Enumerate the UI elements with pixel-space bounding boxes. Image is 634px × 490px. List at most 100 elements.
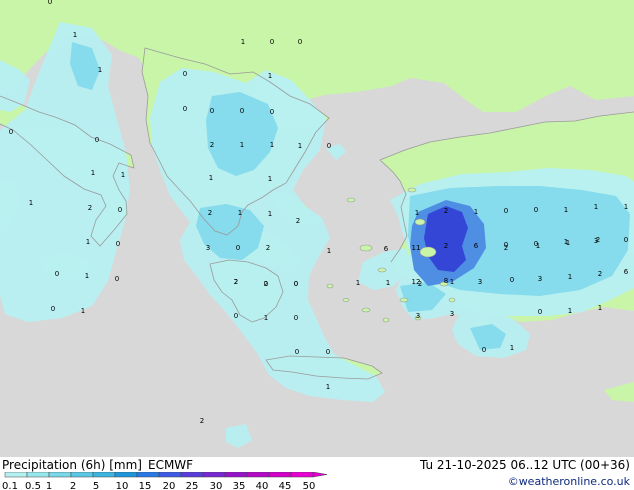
precip-value: 1 bbox=[450, 278, 454, 286]
precip-value: 2 bbox=[234, 278, 238, 286]
credit-link[interactable]: ©weatheronline.co.uk bbox=[508, 475, 630, 488]
precip-value: 1 bbox=[29, 199, 33, 207]
precip-value: 0 bbox=[295, 348, 299, 356]
precip-value: 2 bbox=[418, 280, 422, 288]
legend-label: 10 bbox=[116, 481, 129, 490]
title-parameter: Precipitation (6h) [mm] bbox=[2, 458, 142, 472]
precip-value: 1 bbox=[568, 273, 572, 281]
legend-label: 20 bbox=[163, 481, 176, 490]
precip-value: 3 bbox=[206, 244, 210, 252]
precip-value: 1 bbox=[240, 141, 244, 149]
precip-value: 11 bbox=[412, 244, 421, 252]
precip-value: 0 bbox=[116, 240, 120, 248]
precip-value: 0 bbox=[510, 276, 514, 284]
precip-value: 1 bbox=[264, 314, 268, 322]
legend-swatch bbox=[180, 472, 204, 478]
precip-value: 1 bbox=[238, 209, 242, 217]
precip-value: 0 bbox=[504, 207, 508, 215]
legend-swatch bbox=[246, 472, 270, 478]
precip-value: 0 bbox=[118, 206, 122, 214]
legend-label: 0.1 bbox=[2, 481, 18, 490]
legend-label: 25 bbox=[186, 481, 199, 490]
legend-swatch bbox=[202, 472, 226, 478]
precip-value: 2 bbox=[210, 141, 214, 149]
legend-swatch bbox=[268, 472, 292, 478]
precip-value: 0 bbox=[327, 142, 331, 150]
precipitation-map: 011 0 10 0 0 01 0 02 1 1 1 0001 112 01 12 1 121 0 0 23 10 1 0 2… bbox=[0, 0, 634, 457]
precip-value: 3 bbox=[450, 310, 454, 318]
precip-value: 1 bbox=[91, 169, 95, 177]
precip-value: 0 bbox=[270, 38, 274, 46]
precip-value: 1 bbox=[268, 72, 272, 80]
legend-label: 2 bbox=[70, 481, 76, 490]
precip-value: 0 bbox=[538, 308, 542, 316]
precip-value: 1 bbox=[624, 203, 628, 211]
precip-value: 1 bbox=[98, 66, 102, 74]
footer: Precipitation (6h) [mm] ECMWF Tu 21-10-20… bbox=[0, 457, 634, 490]
precip-value: 0 bbox=[240, 107, 244, 115]
legend-swatch bbox=[136, 472, 160, 478]
precip-value: 1 bbox=[270, 141, 274, 149]
precip-value: 3 bbox=[478, 278, 482, 286]
legend-swatch bbox=[4, 472, 28, 478]
precip-value: 1 bbox=[209, 174, 213, 182]
legend-label: 40 bbox=[256, 481, 269, 490]
precip-value: 2 bbox=[296, 217, 300, 225]
precip-value: 2 bbox=[208, 209, 212, 217]
precip-value: 0 bbox=[534, 206, 538, 214]
precip-value: 1 bbox=[327, 247, 331, 255]
precip-value: 2 bbox=[264, 280, 268, 288]
precip-value: 0 bbox=[55, 270, 59, 278]
precip-value: 1 bbox=[536, 242, 540, 250]
precip-value: 3 bbox=[416, 312, 420, 320]
precip-value: 0 bbox=[294, 314, 298, 322]
precip-value: 1 bbox=[510, 344, 514, 352]
precip-value: 1 bbox=[564, 206, 568, 214]
precip-value: 0 bbox=[210, 107, 214, 115]
precip-value: 1 bbox=[86, 238, 90, 246]
legend-label: 35 bbox=[233, 481, 246, 490]
precip-value: 0 bbox=[298, 38, 302, 46]
precip-value: 1 bbox=[415, 209, 419, 217]
legend-swatch bbox=[48, 472, 72, 478]
legend-swatch bbox=[92, 472, 116, 478]
precip-value: 1 bbox=[356, 279, 360, 287]
precip-value: 0 bbox=[9, 128, 13, 136]
valid-time: Tu 21-10-2025 06..12 UTC (00+36) bbox=[419, 458, 630, 472]
precip-value: 1 bbox=[568, 307, 572, 315]
precip-value: 1 bbox=[598, 304, 602, 312]
precip-value: 0 bbox=[236, 244, 240, 252]
legend-label: 50 bbox=[303, 481, 316, 490]
precip-value: 0 bbox=[326, 348, 330, 356]
legend-swatch bbox=[290, 472, 314, 478]
legend-swatch bbox=[70, 472, 94, 478]
title-model: ECMWF bbox=[147, 458, 194, 472]
legend-label: 45 bbox=[279, 481, 292, 490]
precip-value: 6 bbox=[624, 268, 629, 276]
precip-value: 2 bbox=[266, 244, 270, 252]
legend-label: 1 bbox=[46, 481, 52, 490]
precip-value: 2 bbox=[504, 244, 508, 252]
precip-value: 1 bbox=[81, 307, 85, 315]
precip-value: 8 bbox=[444, 277, 448, 285]
legend-label: 15 bbox=[139, 481, 152, 490]
precip-value: 0 bbox=[234, 312, 238, 320]
precip-value: 0 bbox=[482, 346, 486, 354]
precip-value: 0 bbox=[183, 70, 187, 78]
precip-value: 6 bbox=[474, 242, 479, 250]
precip-value: 2 bbox=[200, 417, 204, 425]
legend-swatch bbox=[114, 472, 138, 478]
precip-value: 0 bbox=[183, 105, 187, 113]
precip-value: 1 bbox=[326, 383, 330, 391]
precip-value: 1 bbox=[268, 210, 272, 218]
precip-value: 0 bbox=[624, 236, 628, 244]
precip-value: 1 bbox=[268, 175, 272, 183]
precip-value: 1 bbox=[85, 272, 89, 280]
precip-value: 1 bbox=[121, 171, 125, 179]
legend-label: 30 bbox=[210, 481, 223, 490]
precip-value: 0 bbox=[48, 0, 52, 6]
map-title: Precipitation (6h) [mm] ECMWF bbox=[2, 458, 193, 472]
precip-value: 1 bbox=[386, 279, 390, 287]
legend-label: 0.5 bbox=[25, 481, 41, 490]
precip-value: 2 bbox=[444, 207, 448, 215]
